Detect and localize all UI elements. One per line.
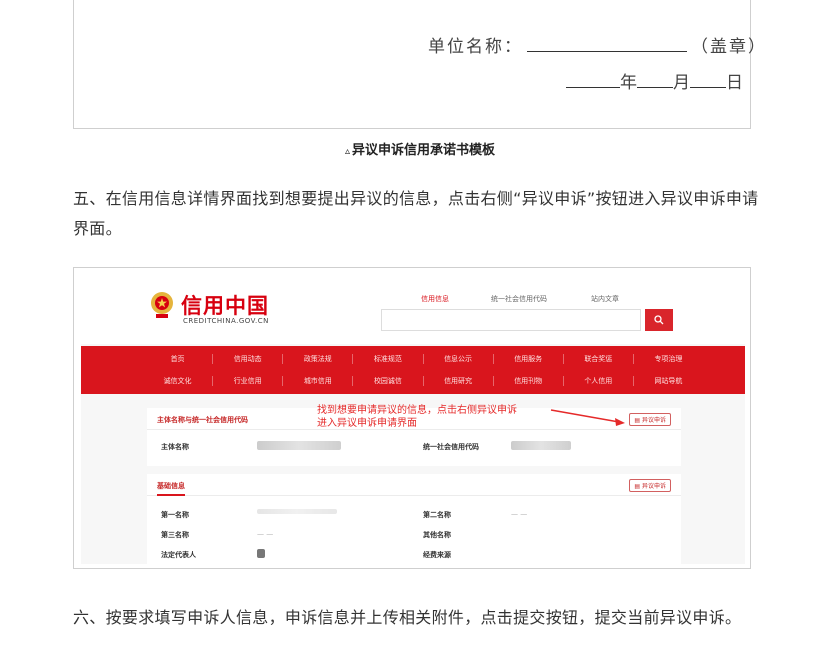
unit-name-line: 单位名称： （盖章） bbox=[428, 32, 767, 57]
caption-text: 异议申诉信用承诺书模板 bbox=[352, 143, 496, 158]
commitment-template-image: 单位名称： （盖章） 年 月 日 bbox=[73, 0, 765, 129]
annotation-arrow-icon bbox=[550, 409, 625, 426]
unit-name-label: 单位名称： bbox=[428, 37, 523, 57]
seal-label: （盖章） bbox=[691, 37, 767, 57]
step-5-paragraph: 五、在信用信息详情界面找到想要提出异议的信息，点击右侧“异议申诉”按钮进入异议申… bbox=[73, 189, 759, 238]
year-blank bbox=[566, 72, 620, 88]
unit-name-blank bbox=[527, 36, 687, 52]
image-caption: ▵ 异议申诉信用承诺书模板 bbox=[0, 139, 840, 158]
caption-triangle-icon: ▵ bbox=[344, 146, 350, 157]
step-6-paragraph: 六、按要求填写申诉人信息，申诉信息并上传相关附件，点击提交按钮，提交当前异议申诉… bbox=[73, 608, 742, 627]
month-blank bbox=[637, 72, 673, 88]
day-label: 日 bbox=[726, 73, 743, 93]
site-canvas: 信用中国 CREDITCHINA.GOV.CN 信用信息 统一社会信用代码 站内… bbox=[81, 274, 745, 564]
creditchina-screenshot: 信用中国 CREDITCHINA.GOV.CN 信用信息 统一社会信用代码 站内… bbox=[73, 267, 751, 569]
day-blank bbox=[690, 72, 726, 88]
month-label: 月 bbox=[673, 73, 690, 93]
date-line: 年月日 bbox=[566, 68, 743, 93]
year-label: 年 bbox=[620, 73, 637, 93]
